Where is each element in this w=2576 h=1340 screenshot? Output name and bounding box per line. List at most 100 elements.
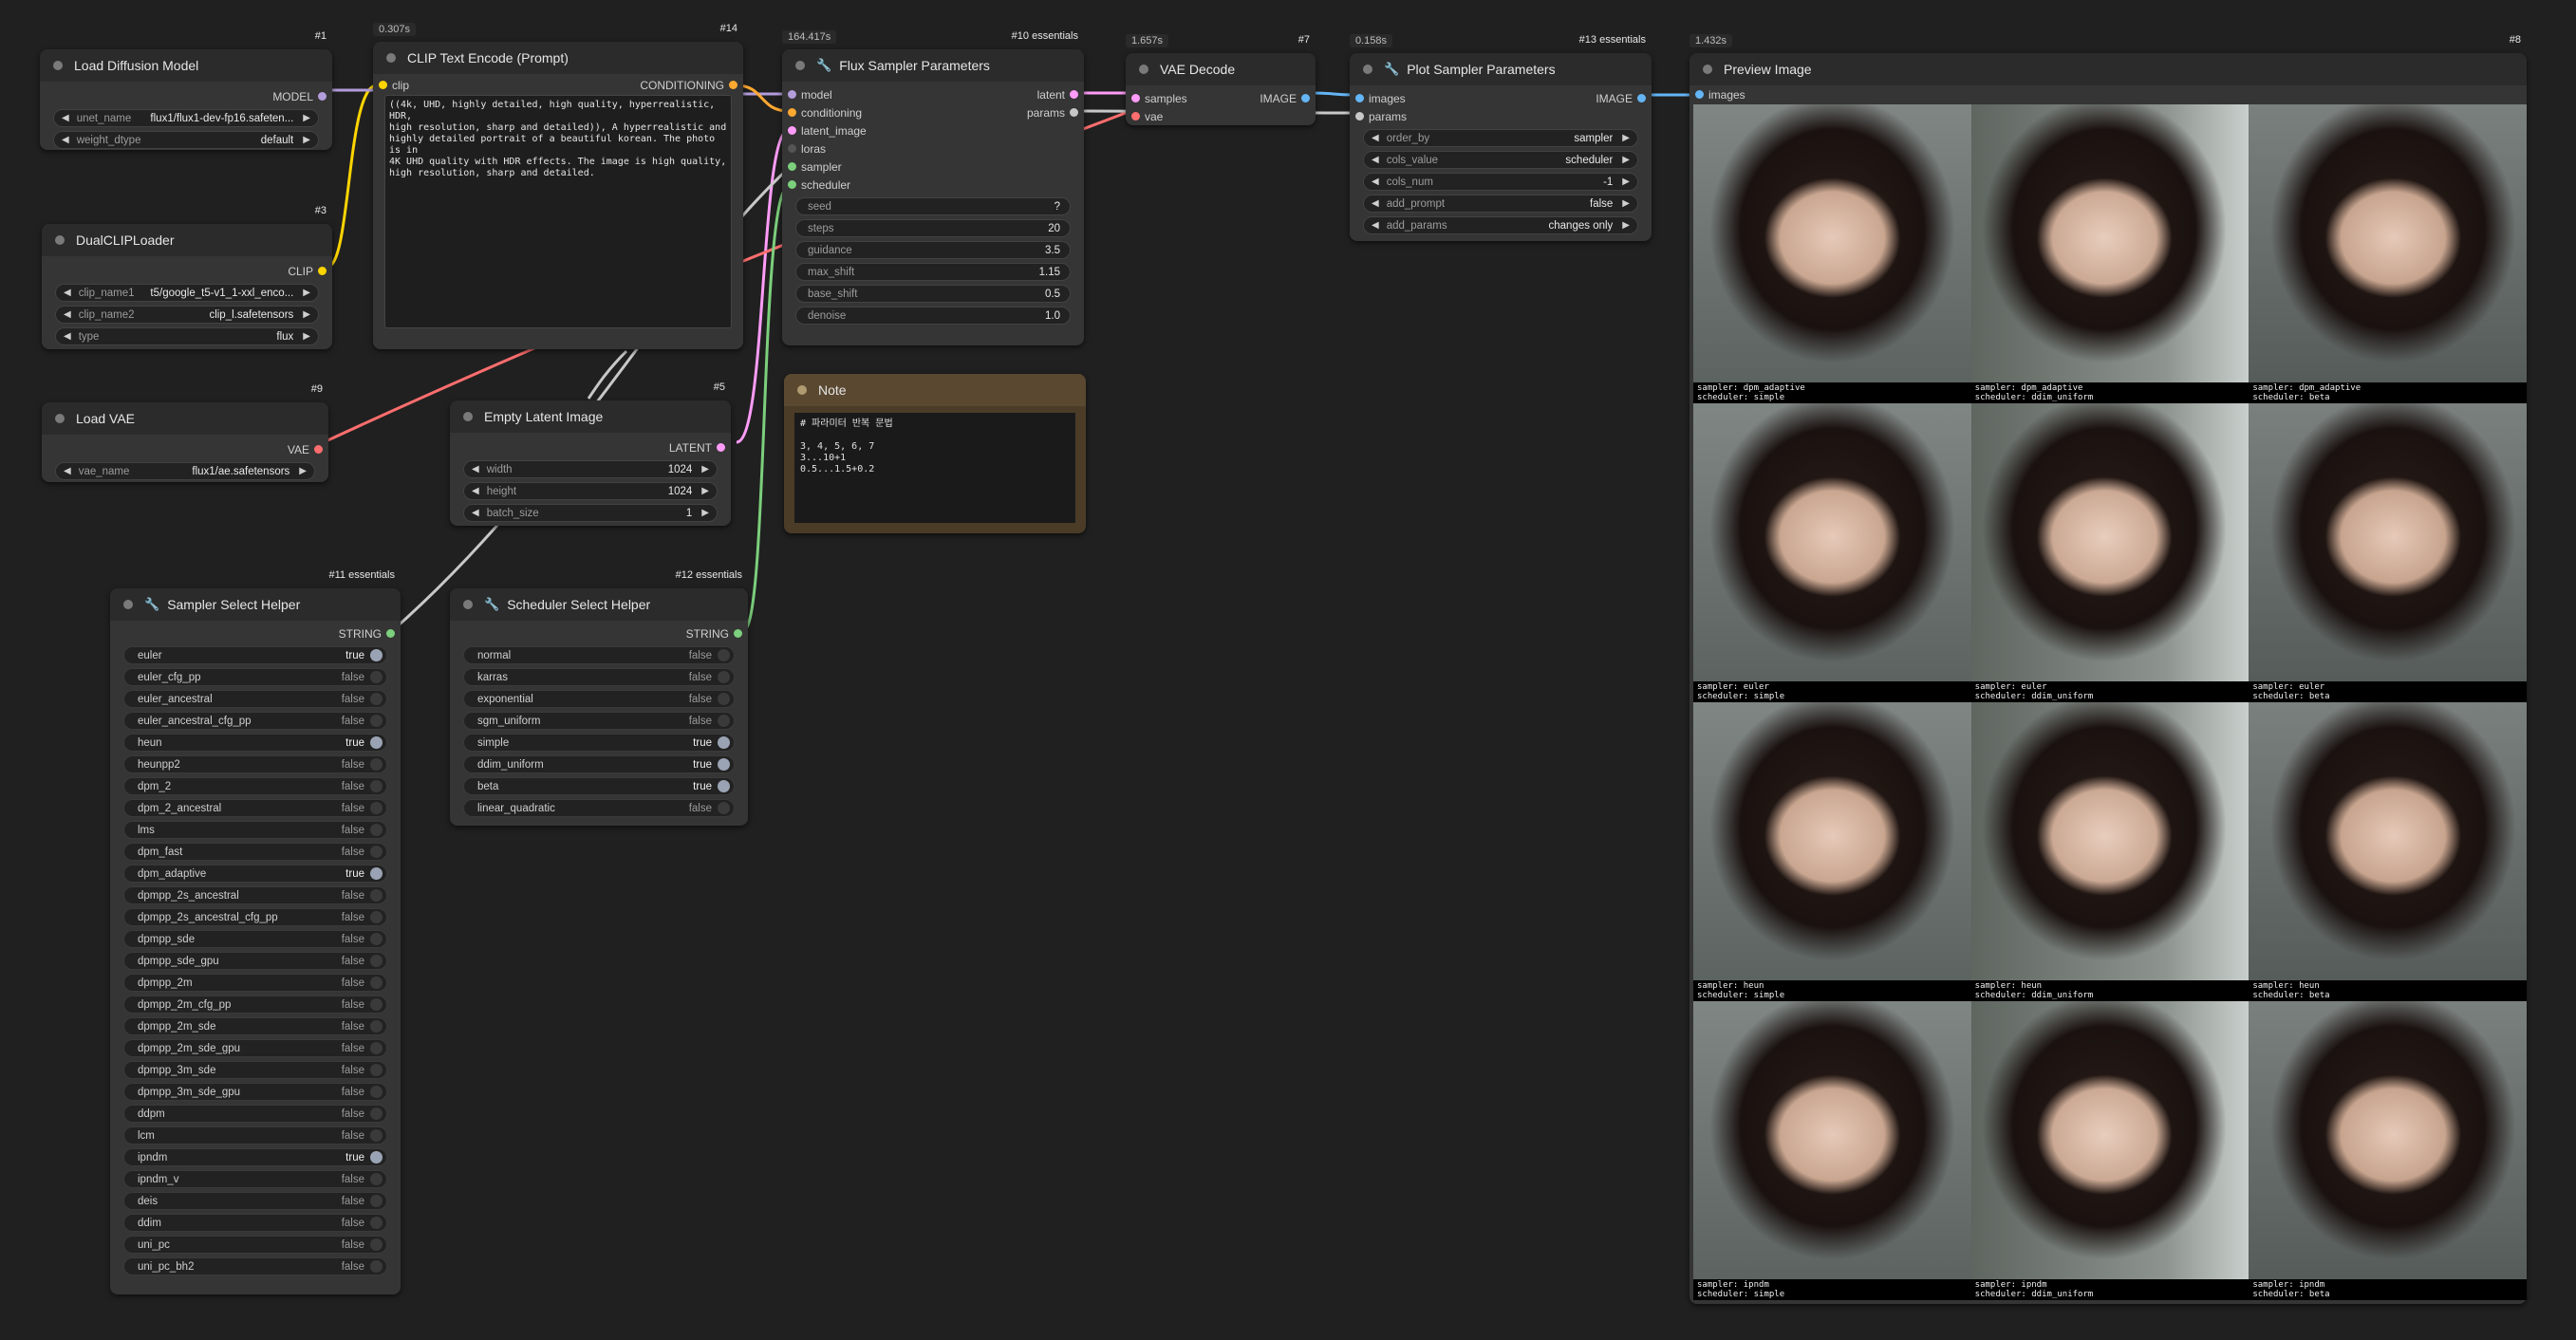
input-slot-icon[interactable] bbox=[1131, 112, 1140, 121]
toggle-dpm-2[interactable]: dpm_2 false bbox=[123, 777, 387, 795]
preview-cell[interactable]: sampler: dpm_adaptive scheduler: beta bbox=[2249, 104, 2527, 403]
widget-add-params[interactable]: ◀ add_params changes only ▶ bbox=[1363, 216, 1638, 234]
widget-guidance[interactable]: guidance 3.5 bbox=[795, 241, 1071, 259]
arrow-right-icon[interactable]: ▶ bbox=[1622, 155, 1630, 165]
widget-add-prompt[interactable]: ◀ add_prompt false ▶ bbox=[1363, 195, 1638, 213]
toggle-knob-icon[interactable] bbox=[370, 1151, 383, 1163]
arrow-left-icon[interactable]: ◀ bbox=[64, 331, 71, 342]
toggle-sgm-uniform[interactable]: sgm_uniform false bbox=[463, 712, 735, 730]
node-load-diffusion-model[interactable]: #1 Load Diffusion Model MODEL ◀ unet_name… bbox=[40, 30, 332, 150]
arrow-right-icon[interactable]: ▶ bbox=[303, 331, 310, 342]
arrow-right-icon[interactable]: ▶ bbox=[299, 466, 307, 476]
toggle-knob-icon[interactable] bbox=[370, 889, 383, 902]
arrow-right-icon[interactable]: ▶ bbox=[303, 288, 310, 298]
toggle-dpmpp-2m-sde[interactable]: dpmpp_2m_sde false bbox=[123, 1017, 387, 1035]
preview-cell[interactable]: sampler: dpm_adaptive scheduler: simple bbox=[1693, 104, 1971, 403]
toggle-knob-icon[interactable] bbox=[370, 1129, 383, 1142]
collapse-dot-icon[interactable] bbox=[123, 600, 133, 609]
node-title[interactable]: VAE Decode bbox=[1126, 53, 1316, 85]
arrow-right-icon[interactable]: ▶ bbox=[1622, 133, 1630, 143]
arrow-left-icon[interactable]: ◀ bbox=[1372, 177, 1379, 187]
arrow-left-icon[interactable]: ◀ bbox=[472, 464, 479, 475]
toggle-knob-icon[interactable] bbox=[370, 1042, 383, 1054]
node-title[interactable]: 🔧 Flux Sampler Parameters bbox=[782, 49, 1084, 82]
node-title[interactable]: 🔧 Sampler Select Helper bbox=[110, 588, 401, 621]
toggle-lcm[interactable]: lcm false bbox=[123, 1126, 387, 1145]
input-slot-icon[interactable] bbox=[1355, 94, 1364, 102]
node-title[interactable]: DualCLIPLoader bbox=[42, 224, 332, 256]
arrow-left-icon[interactable]: ◀ bbox=[472, 508, 479, 518]
arrow-left-icon[interactable]: ◀ bbox=[64, 466, 71, 476]
node-title[interactable]: Load Diffusion Model bbox=[40, 49, 332, 82]
toggle-heun[interactable]: heun true bbox=[123, 734, 387, 752]
arrow-left-icon[interactable]: ◀ bbox=[1372, 133, 1379, 143]
prompt-textarea[interactable]: ((4k, UHD, highly detailed, high quality… bbox=[384, 95, 732, 328]
arrow-left-icon[interactable]: ◀ bbox=[62, 135, 69, 145]
toggle-knob-icon[interactable] bbox=[370, 911, 383, 923]
input-slot-icon[interactable] bbox=[1695, 90, 1704, 99]
widget-base-shift[interactable]: base_shift 0.5 bbox=[795, 285, 1071, 303]
arrow-right-icon[interactable]: ▶ bbox=[701, 486, 709, 496]
toggle-uni-pc[interactable]: uni_pc false bbox=[123, 1236, 387, 1254]
arrow-right-icon[interactable]: ▶ bbox=[303, 309, 310, 320]
widget-clip-name1[interactable]: ◀ clip_name1 t5/google_t5-v1_1-xxl_enco...… bbox=[55, 284, 319, 302]
toggle-knob-icon[interactable] bbox=[370, 1260, 383, 1273]
widget-unet-name[interactable]: ◀ unet_name flux1/flux1-dev-fp16.safeten..… bbox=[53, 109, 319, 127]
toggle-knob-icon[interactable] bbox=[718, 693, 730, 705]
toggle-knob-icon[interactable] bbox=[718, 780, 730, 792]
node-plot-sampler-parameters[interactable]: 0.158s #13 essentials 🔧 Plot Sampler Para… bbox=[1350, 34, 1652, 241]
collapse-dot-icon[interactable] bbox=[795, 61, 805, 70]
toggle-knob-icon[interactable] bbox=[370, 1238, 383, 1251]
toggle-knob-icon[interactable] bbox=[370, 998, 383, 1011]
toggle-knob-icon[interactable] bbox=[370, 671, 383, 683]
preview-cell[interactable]: sampler: heun scheduler: simple bbox=[1693, 702, 1971, 1001]
preview-cell[interactable]: sampler: dpm_adaptive scheduler: ddim_uni… bbox=[1970, 104, 2249, 403]
widget-steps[interactable]: steps 20 bbox=[795, 219, 1071, 237]
collapse-dot-icon[interactable] bbox=[463, 412, 473, 421]
toggle-simple[interactable]: simple true bbox=[463, 734, 735, 752]
output-slot-icon[interactable] bbox=[1637, 94, 1646, 102]
widget-weight-dtype[interactable]: ◀ weight_dtype default ▶ bbox=[53, 131, 319, 149]
toggle-knob-icon[interactable] bbox=[370, 1173, 383, 1185]
toggle-beta[interactable]: beta true bbox=[463, 777, 735, 795]
toggle-knob-icon[interactable] bbox=[718, 671, 730, 683]
node-flux-sampler-parameters[interactable]: 164.417s #10 essentials 🔧 Flux Sampler Pa… bbox=[782, 30, 1084, 345]
toggle-knob-icon[interactable] bbox=[370, 846, 383, 858]
toggle-euler-ancestral-cfg-pp[interactable]: euler_ancestral_cfg_pp false bbox=[123, 712, 387, 730]
toggle-knob-icon[interactable] bbox=[370, 977, 383, 989]
input-slot-icon[interactable] bbox=[788, 162, 796, 171]
node-clip-text-encode[interactable]: 0.307s #14 CLIP Text Encode (Prompt) cli… bbox=[373, 23, 743, 349]
node-empty-latent-image[interactable]: #5 Empty Latent Image LATENT ◀ width 1024 ▶… bbox=[450, 382, 731, 526]
arrow-left-icon[interactable]: ◀ bbox=[64, 288, 71, 298]
toggle-knob-icon[interactable] bbox=[370, 649, 383, 661]
toggle-dpmpp-2s-ancestral-cfg-pp[interactable]: dpmpp_2s_ancestral_cfg_pp false bbox=[123, 908, 387, 926]
collapse-dot-icon[interactable] bbox=[1703, 65, 1712, 74]
toggle-knob-icon[interactable] bbox=[718, 758, 730, 771]
toggle-exponential[interactable]: exponential false bbox=[463, 690, 735, 708]
collapse-dot-icon[interactable] bbox=[1363, 65, 1372, 74]
toggle-knob-icon[interactable] bbox=[370, 715, 383, 727]
collapse-dot-icon[interactable] bbox=[797, 385, 807, 395]
toggle-dpm-2-ancestral[interactable]: dpm_2_ancestral false bbox=[123, 799, 387, 817]
node-title[interactable]: CLIP Text Encode (Prompt) bbox=[373, 42, 743, 74]
arrow-left-icon[interactable]: ◀ bbox=[1372, 155, 1379, 165]
arrow-left-icon[interactable]: ◀ bbox=[64, 309, 71, 320]
node-preview-image[interactable]: 1.432s #8 Preview Image images sampler: … bbox=[1689, 34, 2527, 1304]
note-text[interactable]: # 파라미터 반복 문법 3, 4, 5, 6, 7 3...10+1 0.5.… bbox=[793, 412, 1076, 524]
node-title[interactable]: 🔧 Plot Sampler Parameters bbox=[1350, 53, 1652, 85]
input-slot-icon[interactable] bbox=[788, 144, 796, 153]
widget-clip-name2[interactable]: ◀ clip_name2 clip_l.safetensors ▶ bbox=[55, 306, 319, 324]
widget-batch-size[interactable]: ◀ batch_size 1 ▶ bbox=[463, 504, 718, 522]
node-title[interactable]: Note bbox=[784, 374, 1086, 406]
node-title[interactable]: 🔧 Scheduler Select Helper bbox=[450, 588, 748, 621]
toggle-ddpm[interactable]: ddpm false bbox=[123, 1105, 387, 1123]
toggle-knob-icon[interactable] bbox=[370, 1217, 383, 1229]
toggle-knob-icon[interactable] bbox=[370, 802, 383, 814]
toggle-knob-icon[interactable] bbox=[370, 824, 383, 836]
collapse-dot-icon[interactable] bbox=[1139, 65, 1148, 74]
output-slot-icon[interactable] bbox=[318, 267, 327, 275]
output-slot-icon[interactable] bbox=[1301, 94, 1310, 102]
node-sampler-select-helper[interactable]: #11 essentials 🔧 Sampler Select Helper ST… bbox=[110, 569, 401, 1294]
widget-seed[interactable]: seed? bbox=[795, 197, 1071, 215]
toggle-knob-icon[interactable] bbox=[370, 955, 383, 967]
